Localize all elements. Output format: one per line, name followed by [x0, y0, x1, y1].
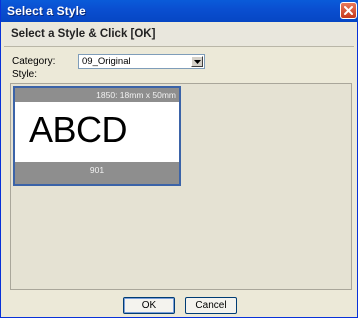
dropdown-arrow-button[interactable]: [191, 56, 203, 67]
cancel-button[interactable]: Cancel: [185, 297, 237, 314]
style-size: 1850: 18mm x 50mm: [96, 90, 176, 100]
style-tile-header: 1850: 18mm x 50mm: [15, 88, 179, 102]
close-button[interactable]: [340, 2, 357, 19]
style-list[interactable]: 1850: 18mm x 50mm ABCD 901: [10, 83, 352, 290]
dialog-heading: Select a Style & Click [OK]: [11, 28, 156, 40]
style-label: Style:: [12, 69, 38, 80]
style-tile[interactable]: 1850: 18mm x 50mm ABCD 901: [13, 86, 181, 186]
category-value: 09_Original: [82, 56, 131, 67]
category-dropdown[interactable]: 09_Original: [78, 54, 205, 69]
window-title: Select a Style: [7, 4, 86, 18]
ok-button[interactable]: OK: [123, 297, 175, 314]
style-number: 901: [89, 165, 105, 175]
style-tile-footer: 901: [15, 162, 179, 184]
chevron-down-icon: [194, 60, 201, 64]
heading-band: Select a Style & Click [OK]: [4, 24, 354, 47]
style-sample-text: ABCD: [29, 109, 128, 150]
style-preview: ABCD: [15, 102, 179, 162]
title-bar: Select a Style: [1, 0, 358, 22]
category-label: Category:: [12, 56, 56, 67]
select-style-dialog: Select a Style Select a Style & Click [O…: [0, 0, 358, 318]
close-icon: [344, 6, 353, 15]
